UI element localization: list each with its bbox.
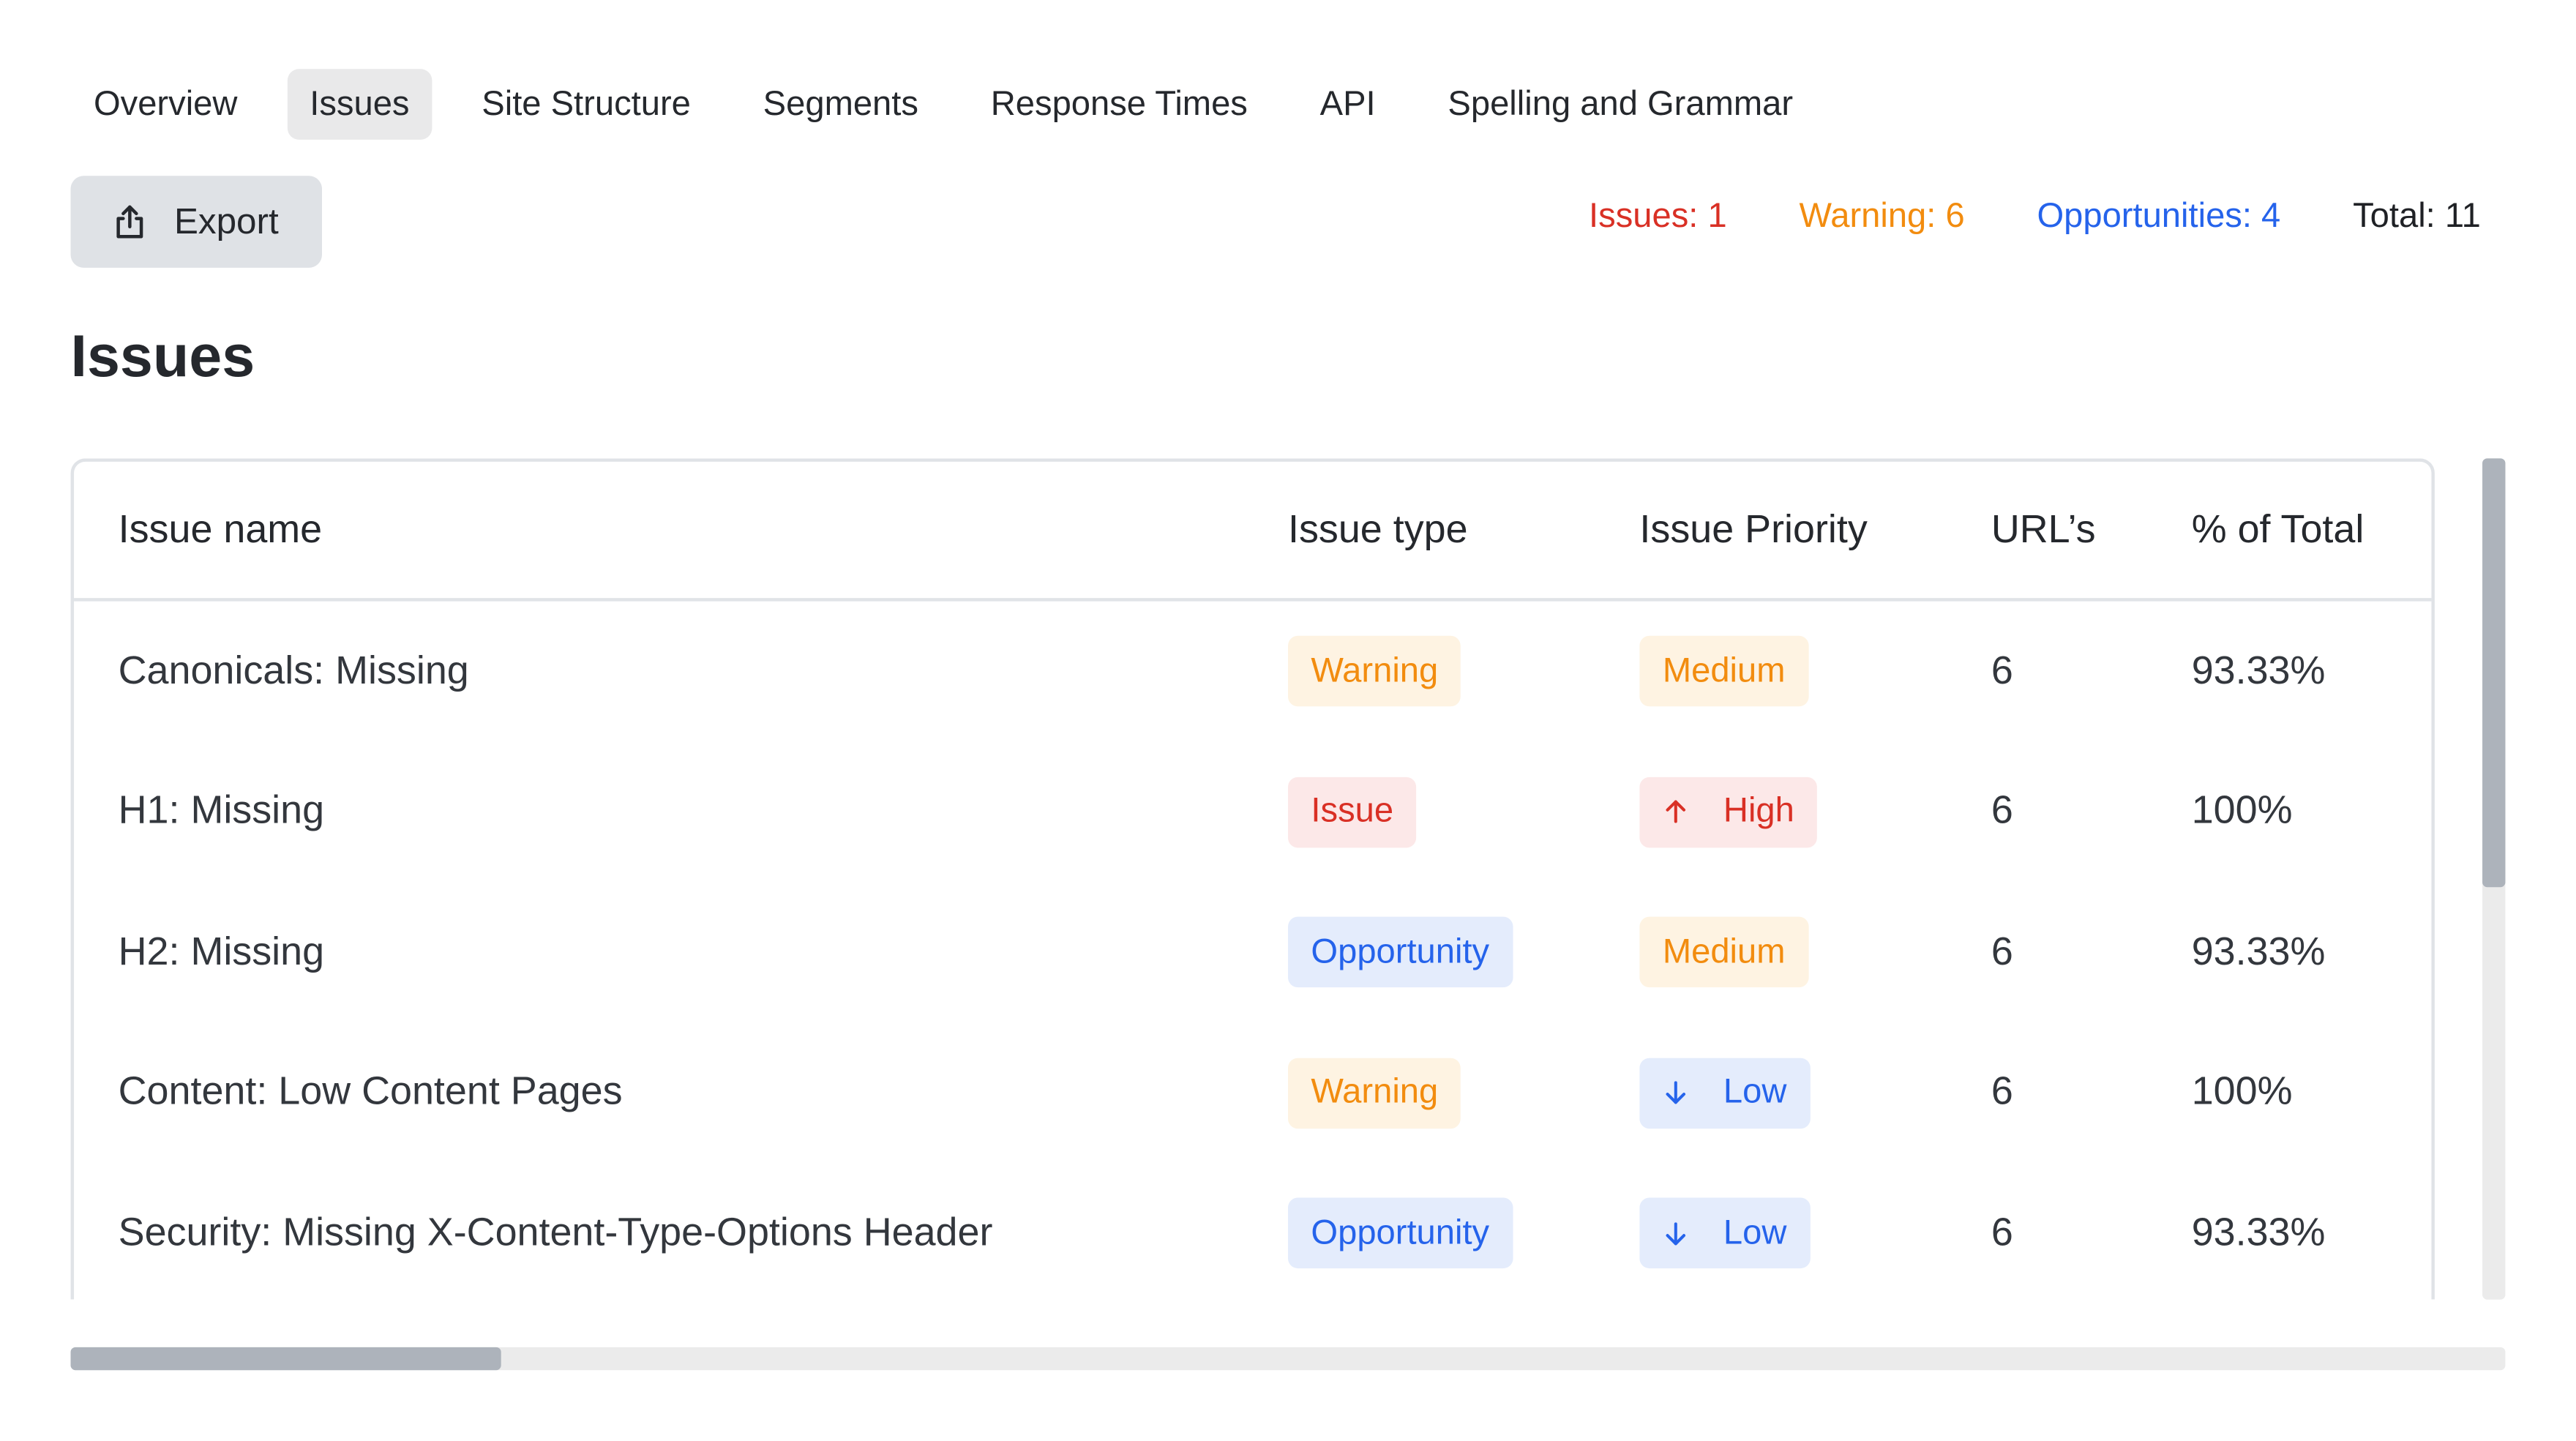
tab-spelling-and-grammar[interactable]: Spelling and Grammar	[1425, 69, 1816, 140]
issue-priority-badge: High	[1639, 776, 1818, 847]
column-header-issue-name[interactable]: Issue name	[119, 462, 323, 598]
issues-count: Issues: 1	[1589, 197, 1727, 236]
percent-of-total: 93.33%	[2191, 648, 2326, 693]
issue-type-badge: Opportunity	[1288, 917, 1513, 988]
issues-page: Overview Issues Site Structure Segments Resp…	[0, 0, 2576, 1441]
tab-api[interactable]: API	[1297, 69, 1399, 140]
table-row[interactable]: Security: Missing X-Content-Type-Options…	[74, 1163, 2431, 1299]
share-upload-icon	[116, 205, 143, 239]
horizontal-scrollbar[interactable]	[70, 1347, 2506, 1371]
column-header-urls[interactable]: URL’s	[1991, 462, 2096, 598]
warning-count: Warning: 6	[1799, 197, 1965, 236]
url-count: 6	[1991, 648, 2013, 693]
table-body: Canonicals: Missing Warning Medium 6 93.33% H…	[74, 602, 2431, 1300]
issues-table: Issue name Issue type Issue Priority URL…	[70, 458, 2435, 1300]
url-count: 6	[1991, 1210, 2013, 1255]
issue-type-cell: Warning	[1288, 1022, 1461, 1163]
tab-segments[interactable]: Segments	[740, 69, 941, 140]
vertical-scrollbar-thumb[interactable]	[2482, 458, 2506, 888]
issue-name[interactable]: H1: Missing	[119, 742, 324, 883]
url-count: 6	[1991, 929, 2013, 974]
issue-type-cell: Opportunity	[1288, 1163, 1513, 1299]
percent-of-total: 93.33%	[2191, 929, 2326, 974]
horizontal-scrollbar-thumb[interactable]	[70, 1347, 502, 1371]
url-count: 6	[1991, 1069, 2013, 1115]
issue-type-badge: Warning	[1288, 636, 1461, 707]
issue-type-badge: Warning	[1288, 1058, 1461, 1129]
issue-priority-cell: High	[1639, 742, 1818, 883]
issue-priority-cell: Medium	[1639, 883, 1808, 1023]
issue-type-label: Issue	[1311, 792, 1394, 831]
export-button[interactable]: Export	[70, 176, 323, 268]
opportunities-count: Opportunities: 4	[2037, 197, 2281, 236]
table-row[interactable]: Canonicals: Missing Warning Medium 6 93.33%	[74, 602, 2431, 742]
total-count: Total: 11	[2353, 197, 2481, 236]
url-count: 6	[1991, 789, 2013, 834]
issue-priority-label: Medium	[1662, 932, 1786, 971]
table-row[interactable]: H1: Missing Issue High 6 100%	[74, 742, 2431, 883]
vertical-scrollbar[interactable]	[2482, 458, 2506, 1300]
issue-name[interactable]: Security: Missing X-Content-Type-Options…	[119, 1163, 993, 1299]
tab-response-times[interactable]: Response Times	[967, 69, 1270, 140]
issue-type-cell: Warning	[1288, 602, 1461, 742]
issue-name[interactable]: H2: Missing	[119, 883, 324, 1023]
table-row[interactable]: H2: Missing Opportunity Medium 6 93.33%	[74, 883, 2431, 1023]
issue-type-label: Warning	[1311, 1073, 1439, 1112]
percent-of-total: 100%	[2191, 1069, 2293, 1115]
percent-of-total: 100%	[2191, 789, 2293, 834]
table-header: Issue name Issue type Issue Priority URL…	[74, 462, 2432, 602]
column-header-issue-type[interactable]: Issue type	[1288, 462, 1468, 598]
arrow-down-icon	[1666, 1081, 1686, 1104]
column-header-percent-total[interactable]: % of Total	[2192, 462, 2365, 598]
issue-priority-cell: Medium	[1639, 602, 1808, 742]
issue-type-label: Warning	[1311, 651, 1439, 690]
tab-site-structure[interactable]: Site Structure	[459, 69, 714, 140]
issue-priority-badge: Medium	[1639, 636, 1808, 707]
issue-type-label: Opportunity	[1311, 1213, 1490, 1252]
issue-priority-badge: Medium	[1639, 917, 1808, 988]
issue-priority-label: High	[1723, 792, 1794, 831]
page-title: Issues	[70, 322, 255, 390]
issue-name[interactable]: Content: Low Content Pages	[119, 1022, 623, 1163]
issue-type-badge: Issue	[1288, 776, 1417, 847]
column-header-issue-priority[interactable]: Issue Priority	[1639, 462, 1867, 598]
issue-priority-cell: Low	[1639, 1022, 1810, 1163]
table-row[interactable]: Content: Low Content Pages Warning Low 6 100…	[74, 1022, 2431, 1163]
issue-type-cell: Opportunity	[1288, 883, 1513, 1023]
percent-of-total: 93.33%	[2191, 1210, 2326, 1255]
issue-priority-label: Low	[1723, 1213, 1787, 1252]
issue-name[interactable]: Canonicals: Missing	[119, 602, 469, 742]
arrow-down-icon	[1666, 1221, 1686, 1245]
issue-counts: Issues: 1 Warning: 6 Opportunities: 4 To…	[1516, 197, 2481, 236]
tab-bar: Overview Issues Site Structure Segments Resp…	[71, 69, 1843, 140]
issue-type-label: Opportunity	[1311, 932, 1490, 971]
export-label: Export	[173, 200, 279, 242]
issue-priority-badge: Low	[1639, 1198, 1810, 1269]
tab-overview[interactable]: Overview	[71, 69, 261, 140]
arrow-up-icon	[1666, 801, 1686, 824]
issue-priority-label: Low	[1723, 1073, 1787, 1112]
issue-priority-badge: Low	[1639, 1058, 1810, 1129]
tab-issues[interactable]: Issues	[286, 69, 433, 140]
issue-type-cell: Issue	[1288, 742, 1417, 883]
issue-priority-label: Medium	[1662, 651, 1786, 690]
issue-type-badge: Opportunity	[1288, 1198, 1513, 1269]
issue-priority-cell: Low	[1639, 1163, 1810, 1299]
